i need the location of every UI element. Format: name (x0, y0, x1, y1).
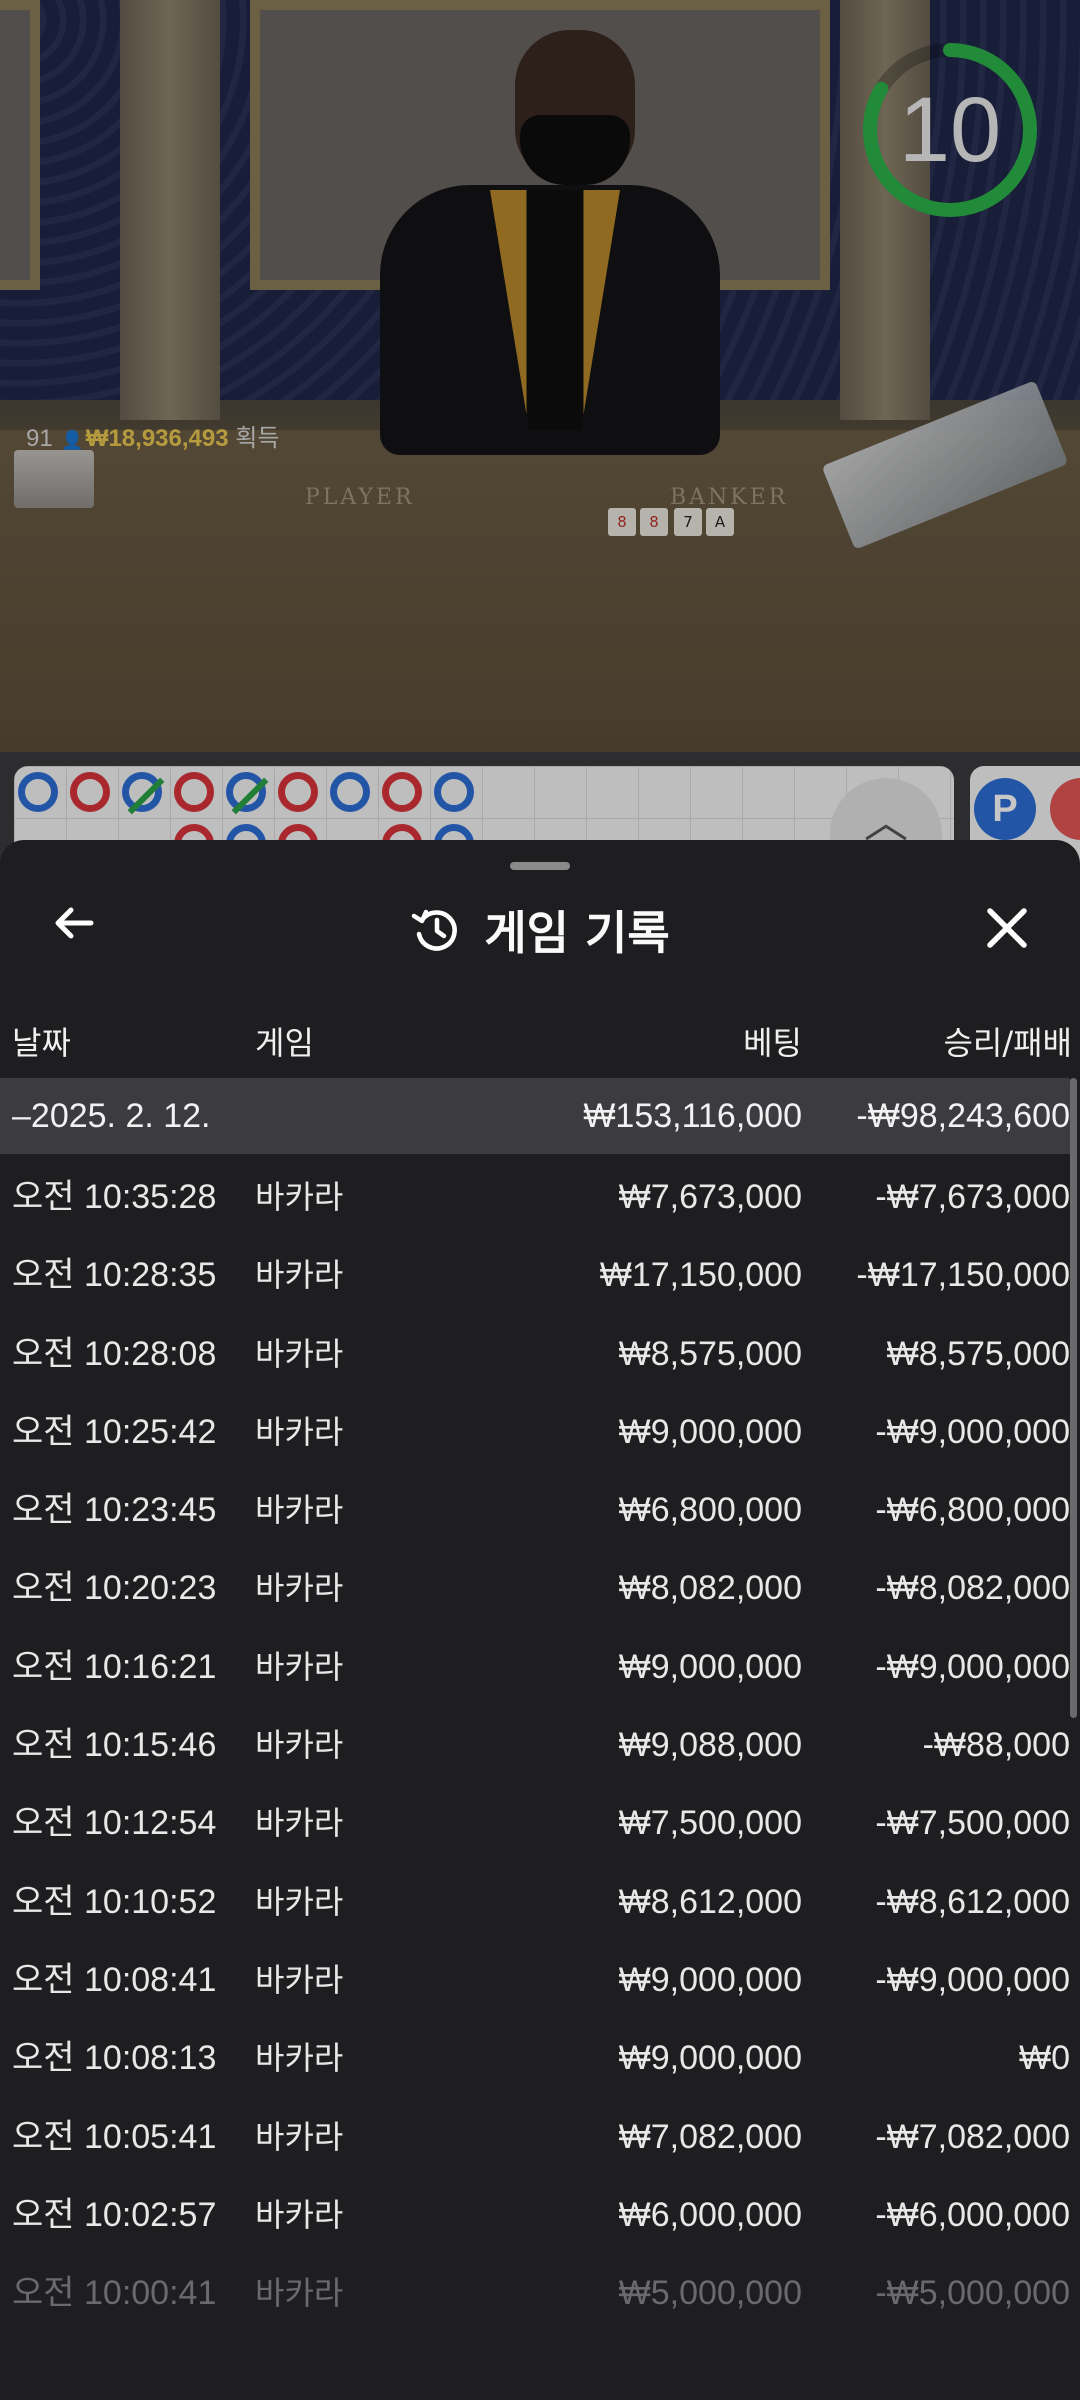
row-game: 바카라 (255, 1882, 344, 1921)
row-time: 오전 10:08:41 (12, 1960, 217, 1999)
row-game: 바카라 (255, 1412, 344, 1451)
table-row[interactable]: 오전 10:05:41 바카라 ₩7,082,000 -₩7,082,000 (0, 2098, 1070, 2176)
row-game: 바카라 (255, 1178, 344, 1216)
row-result: -₩9,000,000 (875, 1412, 1070, 1451)
row-bet: ₩9,000,000 (618, 1412, 802, 1451)
row-bet: ₩8,612,000 (618, 1882, 802, 1921)
sheet-grabber[interactable] (510, 862, 570, 870)
row-result: -₩8,082,000 (875, 1569, 1070, 1608)
row-bet: ₩17,150,000 (599, 1256, 802, 1295)
row-bet: ₩9,000,000 (618, 1960, 802, 1999)
table-row[interactable]: 오전 10:00:41 바카라 ₩5,000,000 -₩5,000,000 (0, 2254, 1070, 2332)
table-row[interactable]: 오전 10:12:54 바카라 ₩7,500,000 -₩7,500,000 (0, 1784, 1070, 1862)
row-bet: ₩9,000,000 (618, 2039, 802, 2078)
row-result: -₩9,000,000 (875, 1647, 1070, 1686)
row-bet: ₩8,575,000 (618, 1334, 802, 1373)
row-game: 바카라 (255, 1334, 344, 1373)
row-game: 바카라 (255, 2274, 344, 2313)
scrollbar[interactable] (1070, 1078, 1077, 1718)
table-row[interactable]: 오전 10:28:08 바카라 ₩8,575,000 ₩8,575,000 (0, 1315, 1070, 1393)
row-bet: ₩6,800,000 (618, 1491, 802, 1530)
table-row[interactable]: 오전 10:28:35 바카라 ₩17,150,000 -₩17,150,000 (0, 1236, 1070, 1314)
row-time: 오전 10:28:35 (12, 1256, 217, 1295)
row-result: -₩5,000,000 (875, 2274, 1070, 2313)
history-list: 오전 10:35:28 바카라 ₩7,673,000 -₩7,673,000 오전 10… (0, 1158, 1070, 2332)
row-game: 바카라 (255, 2195, 344, 2234)
summary-bet: ₩153,116,000 (583, 1097, 802, 1135)
row-game: 바카라 (255, 1491, 344, 1530)
row-time: 오전 10:08:13 (12, 2039, 217, 2078)
table-row[interactable]: 오전 10:08:13 바카라 ₩9,000,000 ₩0 (0, 2019, 1070, 2097)
column-header-game: 게임 (255, 1024, 314, 1062)
row-time: 오전 10:23:45 (12, 1491, 217, 1530)
row-time: 오전 10:25:42 (12, 1412, 217, 1451)
table-row[interactable]: 오전 10:02:57 바카라 ₩6,000,000 -₩6,000,000 (0, 2176, 1070, 2254)
row-time: 오전 10:12:54 (12, 1804, 217, 1843)
row-bet: ₩8,082,000 (618, 1569, 802, 1608)
row-time: 오전 10:05:41 (12, 2117, 217, 2156)
game-history-sheet: 게임 기록 날짜 게임 베팅 승리/패배 –2025. 2. 12. ₩153,… (0, 840, 1080, 2400)
row-result: ₩8,575,000 (886, 1334, 1070, 1373)
row-time: 오전 10:02:57 (12, 2195, 217, 2234)
row-time: 오전 10:35:28 (12, 1178, 217, 1216)
row-time: 오전 10:10:52 (12, 1882, 217, 1921)
row-result: -₩88,000 (922, 1726, 1070, 1765)
row-bet: ₩9,000,000 (618, 1647, 802, 1686)
row-result: -₩6,000,000 (875, 2195, 1070, 2234)
row-bet: ₩9,088,000 (618, 1726, 802, 1765)
row-game: 바카라 (255, 2117, 344, 2156)
row-game: 바카라 (255, 1256, 344, 1295)
history-icon (412, 909, 458, 951)
table-row[interactable]: 오전 10:16:21 바카라 ₩9,000,000 -₩9,000,000 (0, 1628, 1070, 1706)
row-result: -₩9,000,000 (875, 1960, 1070, 1999)
row-bet: ₩7,082,000 (618, 2117, 802, 2156)
table-row[interactable]: 오전 10:23:45 바카라 ₩6,800,000 -₩6,800,000 (0, 1471, 1070, 1549)
table-row[interactable]: 오전 10:15:46 바카라 ₩9,088,000 -₩88,000 (0, 1706, 1070, 1784)
row-result: -₩8,612,000 (875, 1882, 1070, 1921)
row-bet: ₩5,000,000 (618, 2274, 802, 2313)
summary-result: -₩98,243,600 (856, 1097, 1070, 1135)
row-game: 바카라 (255, 1960, 344, 1999)
row-time: 오전 10:28:08 (12, 1334, 217, 1373)
date-summary-row[interactable]: –2025. 2. 12. ₩153,116,000 -₩98,243,600 (0, 1078, 1070, 1154)
row-bet: ₩7,673,000 (618, 1178, 802, 1216)
row-result: -₩7,500,000 (875, 1804, 1070, 1843)
row-time: 오전 10:20:23 (12, 1569, 217, 1608)
row-result: -₩7,082,000 (875, 2117, 1070, 2156)
row-time: 오전 10:15:46 (12, 1726, 217, 1765)
row-bet: ₩7,500,000 (618, 1804, 802, 1843)
row-game: 바카라 (255, 2039, 344, 2078)
row-time: 오전 10:00:41 (12, 2274, 217, 2313)
close-button[interactable] (972, 898, 1042, 968)
row-game: 바카라 (255, 1804, 344, 1843)
row-result: -₩6,800,000 (875, 1491, 1070, 1530)
backdrop-dim (0, 0, 1080, 872)
column-header-bet: 베팅 (743, 1024, 802, 1062)
row-game: 바카라 (255, 1569, 344, 1608)
page-title: 게임 기록 (484, 906, 670, 960)
column-header-date: 날짜 (12, 1024, 71, 1062)
table-row[interactable]: 오전 10:25:42 바카라 ₩9,000,000 -₩9,000,000 (0, 1393, 1070, 1471)
row-result: -₩7,673,000 (875, 1178, 1070, 1216)
summary-date: –2025. 2. 12. (12, 1097, 211, 1135)
column-header-result: 승리/패배 (943, 1024, 1072, 1062)
table-row[interactable]: 오전 10:35:28 바카라 ₩7,673,000 -₩7,673,000 (0, 1158, 1070, 1236)
table-row[interactable]: 오전 10:20:23 바카라 ₩8,082,000 -₩8,082,000 (0, 1549, 1070, 1627)
row-time: 오전 10:16:21 (12, 1647, 217, 1686)
table-row[interactable]: 오전 10:10:52 바카라 ₩8,612,000 -₩8,612,000 (0, 1863, 1070, 1941)
table-row[interactable]: 오전 10:08:41 바카라 ₩9,000,000 -₩9,000,000 (0, 1941, 1070, 2019)
row-bet: ₩6,000,000 (618, 2195, 802, 2234)
close-icon (987, 908, 1027, 948)
row-game: 바카라 (255, 1647, 344, 1686)
row-result: -₩17,150,000 (856, 1256, 1070, 1295)
row-game: 바카라 (255, 1726, 344, 1765)
sheet-header: 게임 기록 (0, 890, 1080, 970)
row-result: ₩0 (1019, 2039, 1070, 2078)
